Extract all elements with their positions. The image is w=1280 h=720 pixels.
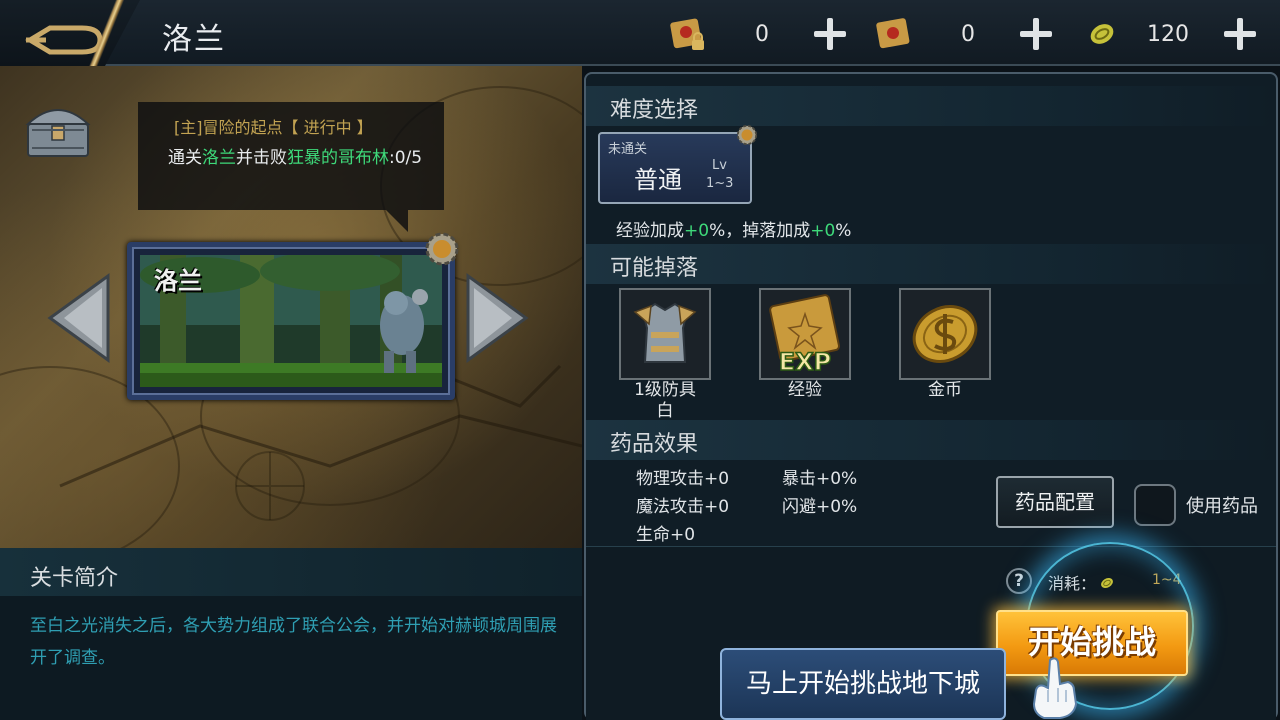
potion-stat-magic-attack: 魔法攻击+0: [636, 497, 730, 517]
difficulty-level-range: 1~3: [706, 176, 734, 191]
scroll-icon: [876, 18, 910, 49]
intro-header: 关卡简介: [0, 548, 582, 596]
drop-item-slot: EXP: [759, 288, 851, 380]
stage-card[interactable]: 洛兰: [127, 232, 459, 400]
drop-item-label: 经验: [788, 380, 822, 400]
potion-stat-dodge: 闪避+0%: [782, 497, 858, 517]
potion-section-header: 药品效果: [586, 420, 1276, 460]
potion-stat-physical-attack: 物理攻击+0: [636, 469, 730, 489]
difficulty-section-header: 难度选择: [586, 86, 1276, 126]
guide-tooltip: 马上开始挑战地下城: [720, 648, 1006, 720]
intro-text: 至白之光消失之后，各大势力组成了联合公会，并开始对赫顿城周围展开了调查。: [30, 616, 557, 668]
bonus-label: 经验加成: [616, 221, 684, 241]
quest-bubble-tail: [386, 210, 408, 232]
armor-icon: [633, 302, 697, 363]
bonus-label: %: [835, 221, 852, 241]
coin-icon: [1090, 24, 1114, 44]
stage-intro-panel: 关卡简介 至白之光消失之后，各大势力组成了联合公会，并开始对赫顿城周围展开了调查…: [0, 548, 582, 720]
potion-title: 药品效果: [610, 432, 699, 457]
bonus-text: 经验加成+0%，掉落加成+0%: [616, 216, 851, 241]
drop-item-slot: [899, 288, 991, 380]
gear-icon: [736, 124, 758, 146]
difficulty-lv-label: Lv: [712, 158, 727, 173]
resource-value: 0: [961, 22, 975, 47]
quest-desc-text: 通关: [168, 148, 202, 168]
resource-coin: 120: [1084, 10, 1280, 58]
drop-item-gold[interactable]: 金币: [898, 288, 992, 401]
quest-desc-text: 并击败: [236, 148, 287, 168]
resource-scroll: 0: [874, 10, 1074, 58]
resource-value: 120: [1147, 22, 1189, 47]
resource-value: 0: [755, 22, 769, 47]
exp-bonus-value: +0: [684, 221, 710, 241]
drop-item-armor[interactable]: 1级防具 白: [618, 288, 712, 422]
gear-icon: [425, 232, 459, 266]
page-title: 洛兰: [162, 22, 226, 57]
use-potion-label: 使用药品: [1186, 496, 1258, 517]
gold-coin-icon: [912, 305, 978, 363]
potion-stat-critical: 暴击+0%: [782, 469, 858, 489]
drops-title: 可能掉落: [610, 256, 699, 281]
quest-progress: :0/5: [389, 148, 423, 168]
difficulty-title: 难度选择: [610, 98, 699, 123]
drop-item-label: 金币: [928, 380, 962, 400]
quest-description: 通关洛兰并击败狂暴的哥布林:0/5: [168, 146, 428, 171]
top-bar: 洛兰 0 0 120: [0, 0, 1280, 70]
world-map: [主]冒险的起点【 进行中 】 通关洛兰并击败狂暴的哥布林:0/5 洛兰: [0, 66, 582, 548]
use-potion-checkbox[interactable]: [1134, 484, 1176, 526]
drop-item-exp[interactable]: EXP 经验: [758, 288, 852, 401]
next-stage-arrow-icon[interactable]: [464, 272, 530, 364]
stage-name: 洛兰: [154, 267, 202, 295]
exp-scroll-icon: EXP: [769, 294, 841, 377]
resource-locked-scroll: 0: [668, 10, 868, 58]
quest-tracker[interactable]: [主]冒险的起点【 进行中 】 通关洛兰并击败狂暴的哥布林:0/5: [138, 102, 444, 210]
difficulty-status: 未通关: [608, 142, 648, 157]
difficulty-name: 普通: [634, 166, 682, 194]
treasure-chest-icon[interactable]: [22, 100, 94, 160]
drop-item-label: 1级防具: [634, 380, 696, 400]
prev-stage-arrow-icon[interactable]: [46, 272, 112, 364]
drop-item-slot: [619, 288, 711, 380]
pointing-hand-icon: [1032, 657, 1078, 719]
difficulty-normal-card[interactable]: 未通关 普通 Lv 1~3: [598, 124, 758, 204]
potion-config-button[interactable]: 药品配置: [996, 476, 1114, 528]
locked-scroll-icon: [670, 18, 704, 50]
add-scroll-button[interactable]: [1018, 16, 1054, 52]
drops-section-header: 可能掉落: [586, 244, 1276, 284]
add-coin-button[interactable]: [1222, 16, 1258, 52]
exp-text: EXP: [779, 348, 832, 376]
quest-desc-stage: 洛兰: [202, 148, 236, 168]
intro-title: 关卡简介: [30, 566, 119, 591]
drop-item-label: 白: [656, 401, 674, 421]
quest-title: [主]冒险的起点【 进行中 】: [174, 118, 373, 137]
drop-bonus-value: +0: [810, 221, 836, 241]
potion-stat-hp: 生命+0: [636, 525, 696, 545]
quest-desc-target: 狂暴的哥布林: [287, 148, 389, 168]
add-locked-scroll-button[interactable]: [812, 16, 848, 52]
bonus-label: %，掉落加成: [709, 221, 811, 241]
stage-detail-panel: 难度选择 未通关 普通 Lv 1~3 经验加成+0%，掉落加成+0% 可能掉落 …: [584, 72, 1278, 720]
help-icon[interactable]: ?: [1006, 568, 1032, 594]
